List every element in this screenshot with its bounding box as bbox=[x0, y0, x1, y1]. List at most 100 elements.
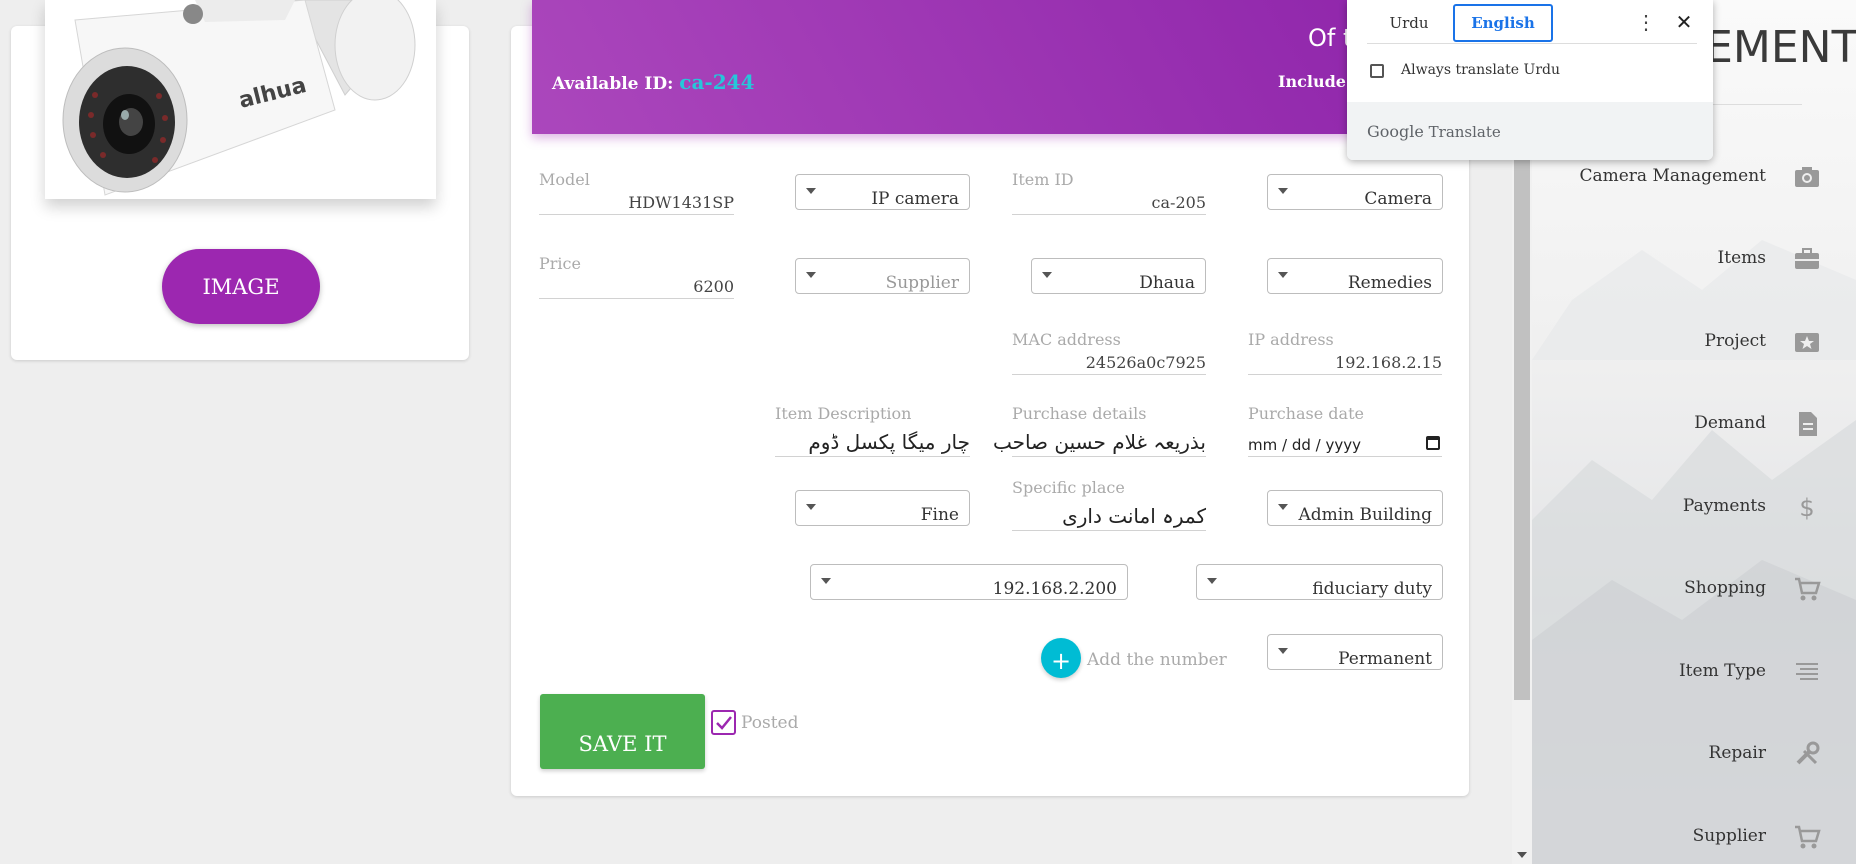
item-description-label: Item Description bbox=[775, 404, 912, 423]
check-icon bbox=[716, 716, 732, 730]
available-id-label: Available ID: bbox=[552, 74, 674, 94]
price-label: Price bbox=[539, 254, 581, 273]
translate-label: Translate bbox=[1428, 123, 1501, 141]
supplier-placeholder: Supplier bbox=[885, 273, 959, 293]
chevron-down-icon bbox=[806, 188, 816, 194]
add-number-button[interactable]: + bbox=[1041, 638, 1081, 678]
chevron-down-icon bbox=[806, 504, 816, 510]
purchase-date-label: Purchase date bbox=[1248, 404, 1364, 423]
always-translate-label: Always translate Urdu bbox=[1401, 62, 1560, 78]
sidebar-item-items[interactable]: Items bbox=[1532, 240, 1856, 280]
cart-icon bbox=[1795, 825, 1821, 849]
available-id: Available ID: ca-244 bbox=[552, 70, 754, 94]
condition-select[interactable]: Fine bbox=[795, 490, 970, 526]
chevron-down-icon bbox=[1042, 272, 1052, 278]
sidebar-item-label: Repair bbox=[1708, 743, 1766, 763]
tab-english[interactable]: English bbox=[1453, 4, 1553, 42]
briefcase-icon bbox=[1795, 248, 1819, 269]
ip-address-value[interactable]: 192.168.2.15 bbox=[1335, 353, 1442, 372]
chevron-down-icon bbox=[1278, 648, 1288, 654]
form-header bbox=[532, 0, 1452, 134]
price-field[interactable]: Price 6200 bbox=[539, 254, 734, 299]
posted-label: Posted bbox=[741, 713, 799, 733]
image-upload-button[interactable]: IMAGE bbox=[162, 249, 320, 324]
item-description-value[interactable]: چار میگا پکسل ڈوم bbox=[808, 430, 970, 454]
camera-kind-select[interactable]: IP camera bbox=[795, 174, 970, 210]
purchase-date-field[interactable]: Purchase date mm / dd / yyyy bbox=[1248, 404, 1442, 457]
posted-checkbox[interactable] bbox=[711, 710, 736, 735]
available-id-value: ca-244 bbox=[679, 70, 755, 94]
header-subtitle: Include i bbox=[1278, 72, 1358, 91]
sidebar-item-payments[interactable]: Payments $ bbox=[1532, 488, 1856, 528]
sidebar-item-label: Items bbox=[1717, 248, 1766, 268]
more-options-icon[interactable]: ⋮ bbox=[1636, 10, 1656, 34]
item-description-field[interactable]: Item Description چار میگا پکسل ڈوم bbox=[775, 404, 970, 457]
sidebar-item-shopping[interactable]: Shopping bbox=[1532, 570, 1856, 610]
status-select[interactable]: Permanent bbox=[1267, 634, 1443, 670]
purchase-details-value[interactable]: بذریعہ غلام حسین صاحب bbox=[993, 430, 1206, 454]
sidebar-item-demand[interactable]: Demand bbox=[1532, 405, 1856, 445]
google-translate-brand: Google Translate bbox=[1367, 122, 1501, 141]
scroll-down-arrow-icon[interactable] bbox=[1517, 852, 1527, 858]
item-id-value[interactable]: ca-205 bbox=[1152, 193, 1206, 212]
google-logo: Google bbox=[1367, 122, 1424, 141]
chevron-down-icon bbox=[1278, 272, 1288, 278]
chevron-down-icon bbox=[1278, 188, 1288, 194]
sidebar-item-label: Demand bbox=[1694, 413, 1766, 433]
sidebar-item-label: Item Type bbox=[1678, 661, 1766, 681]
chevron-down-icon bbox=[806, 272, 816, 278]
calendar-icon[interactable] bbox=[1426, 436, 1440, 450]
header-title: Of t bbox=[1308, 24, 1353, 52]
duty-value: fiduciary duty bbox=[1312, 579, 1432, 599]
plus-icon: + bbox=[1050, 647, 1072, 675]
mac-address-value[interactable]: 24526a0c7925 bbox=[1086, 353, 1206, 372]
model-field[interactable]: Model HDW1431SP bbox=[539, 170, 734, 215]
sidebar-item-item-type[interactable]: Item Type bbox=[1532, 653, 1856, 693]
specific-place-field[interactable]: Specific place کمرہ امانت داری bbox=[1012, 478, 1206, 531]
purchase-date-value[interactable]: mm / dd / yyyy bbox=[1248, 436, 1361, 454]
price-value[interactable]: 6200 bbox=[693, 277, 734, 296]
cart-icon bbox=[1795, 577, 1821, 601]
star-card-icon bbox=[1795, 333, 1819, 352]
document-icon bbox=[1799, 412, 1817, 436]
dollar-icon: $ bbox=[1799, 494, 1814, 522]
sidebar-item-label: Shopping bbox=[1684, 578, 1766, 598]
model-value[interactable]: HDW1431SP bbox=[628, 193, 734, 212]
mac-address-field[interactable]: MAC address 24526a0c7925 bbox=[1012, 330, 1206, 375]
supplier-select[interactable]: Supplier bbox=[795, 258, 970, 294]
purchase-details-field[interactable]: Purchase details بذریعہ غلام حسین صاحب bbox=[993, 404, 1206, 457]
ip-address-field[interactable]: IP address 192.168.2.15 bbox=[1248, 330, 1442, 375]
translate-tab-divider bbox=[1367, 43, 1697, 44]
chevron-down-icon bbox=[1207, 578, 1217, 584]
sidebar-item-camera-management[interactable]: Camera Management bbox=[1532, 158, 1856, 198]
camera-photo: alhua bbox=[45, 0, 436, 199]
add-number-label: Add the number bbox=[1087, 650, 1227, 670]
chevron-down-icon bbox=[1278, 504, 1288, 510]
sidebar-item-supplier[interactable]: Supplier bbox=[1532, 818, 1856, 858]
remedies-select[interactable]: Remedies bbox=[1267, 258, 1443, 294]
nvr-ip-select[interactable]: 192.168.2.200 bbox=[810, 564, 1128, 600]
wrench-icon bbox=[1796, 741, 1820, 765]
item-id-field[interactable]: Item ID ca-205 bbox=[1012, 170, 1206, 215]
save-button[interactable]: SAVE IT bbox=[540, 694, 705, 769]
sidebar-item-label: Payments bbox=[1682, 496, 1766, 516]
building-select[interactable]: Admin Building bbox=[1267, 490, 1443, 526]
always-translate-checkbox[interactable] bbox=[1370, 64, 1384, 78]
close-icon[interactable]: ✕ bbox=[1672, 10, 1696, 34]
brand-select[interactable]: Dhaua bbox=[1031, 258, 1206, 294]
duty-select[interactable]: fiduciary duty bbox=[1196, 564, 1443, 600]
condition-value: Fine bbox=[920, 505, 959, 525]
list-icon bbox=[1796, 663, 1818, 680]
tab-urdu[interactable]: Urdu bbox=[1367, 4, 1451, 42]
chevron-down-icon bbox=[821, 578, 831, 584]
camera-icon bbox=[1795, 167, 1819, 187]
camera-kind-value: IP camera bbox=[871, 189, 959, 209]
sidebar-item-repair[interactable]: Repair bbox=[1532, 735, 1856, 775]
building-value: Admin Building bbox=[1298, 505, 1432, 525]
sidebar-item-project[interactable]: Project bbox=[1532, 323, 1856, 363]
remedies-value: Remedies bbox=[1347, 273, 1432, 293]
sidebar-item-label: Project bbox=[1704, 331, 1766, 351]
specific-place-value[interactable]: کمرہ امانت داری bbox=[1062, 504, 1206, 528]
model-label: Model bbox=[539, 170, 590, 189]
category-select[interactable]: Camera bbox=[1267, 174, 1443, 210]
